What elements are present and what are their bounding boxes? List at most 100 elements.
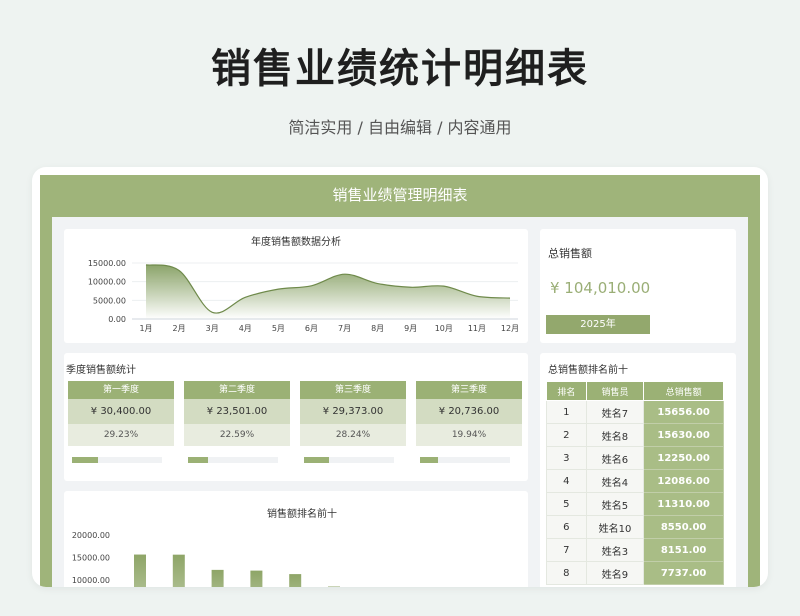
quarter-name: 第三季度 (300, 381, 406, 399)
quarter-percent: 28.24% (300, 424, 406, 446)
table-row: 1 姓名7 15656.00 (546, 400, 724, 424)
quarter-progress-fill (420, 457, 438, 463)
quarter-name: 第二季度 (184, 381, 290, 399)
total-cell: 12250.00 (643, 446, 724, 470)
x-tick-label: 7月 (338, 324, 351, 333)
rank-cell: 1 (546, 400, 587, 424)
salesperson-cell: 姓名3 (585, 538, 645, 562)
x-tick-label: 2月 (173, 324, 186, 333)
y-tick-label: 20000.00 (72, 531, 110, 540)
bar (172, 554, 185, 587)
table-row: 4 姓名4 12086.00 (546, 469, 724, 493)
x-tick-label: 3月 (206, 324, 219, 333)
total-cell: 15630.00 (643, 423, 724, 447)
page-title: 销售业绩统计明细表 (211, 46, 589, 92)
quarter-progress-fill (304, 457, 330, 463)
rank-cell: 7 (546, 538, 587, 562)
sheet: 销售业绩管理明细表 年度销售额数据分析 0.00 5000.00 10000.00 15… (40, 175, 760, 587)
x-tick-label: 6月 (305, 324, 318, 333)
bar (134, 554, 146, 587)
ranking-card: 总销售额排名前十 排名 销售员 总销售额 1 姓名7 15656.00 2 姓名8 156… (540, 353, 736, 587)
quarter-progress-bar (188, 457, 278, 463)
y-tick-label: 15000.00 (72, 554, 110, 563)
quarter-progress-bar (304, 457, 394, 463)
y-tick-label: 0.00 (108, 315, 126, 324)
year-badge: 2025年 (546, 315, 650, 334)
rank-cell: 3 (546, 446, 587, 470)
sheet-title: 销售业绩管理明细表 (332, 186, 468, 204)
x-tick-label: 5月 (272, 324, 285, 333)
bar (211, 569, 224, 587)
rank-cell: 2 (546, 423, 587, 447)
top10-sales-chart: 销售额排名前十5000.0010000.0015000.0020000.00 (64, 491, 528, 587)
bar (250, 570, 263, 587)
x-tick-label: 8月 (371, 324, 384, 333)
col-rank-header: 排名 (546, 381, 587, 401)
x-tick-label: 10月 (435, 324, 453, 333)
table-row: 5 姓名5 11310.00 (546, 492, 724, 516)
table-row: 7 姓名3 8151.00 (546, 538, 724, 562)
bar (289, 574, 302, 587)
quarter-stats-label: 季度销售额统计 (66, 365, 136, 376)
annual-chart-svg: 年度销售额数据分析 0.00 5000.00 10000.00 15000.00 1月 2月… (88, 235, 519, 333)
table-row: 2 姓名8 15630.00 (546, 423, 724, 447)
salesperson-cell: 姓名10 (585, 515, 645, 539)
total-cell: 12086.00 (643, 469, 724, 493)
quarter-name: 第三季度 (416, 381, 522, 399)
x-tick-label: 1月 (139, 324, 152, 333)
quarter-box: 第三季度 ¥ 29,373.00 28.24% (300, 381, 406, 446)
quarter-box: 第三季度 ¥ 20,736.00 19.94% (416, 381, 522, 446)
x-tick-label: 12月 (501, 324, 519, 333)
quarter-box: 第二季度 ¥ 23,501.00 22.59% (184, 381, 290, 446)
sheet-body: 年度销售额数据分析 0.00 5000.00 10000.00 15000.00 1月 2月… (52, 217, 748, 587)
quarter-progress-fill (188, 457, 209, 463)
salesperson-cell: 姓名4 (585, 469, 645, 493)
quarter-amount: ¥ 23,501.00 (184, 399, 290, 424)
quarter-progress-bar (420, 457, 510, 463)
quarter-amount: ¥ 29,373.00 (300, 399, 406, 424)
quarter-box: 第一季度 ¥ 30,400.00 29.23% (68, 381, 174, 446)
preview-frame: 销售业绩管理明细表 年度销售额数据分析 0.00 5000.00 10000.00 15… (32, 167, 768, 587)
quarter-amount: ¥ 20,736.00 (416, 399, 522, 424)
table-row: 6 姓名10 8550.00 (546, 515, 724, 539)
ranking-table: 排名 销售员 总销售额 1 姓名7 15656.00 2 姓名8 15630.00 3 姓名6… (546, 381, 724, 585)
total-cell: 8151.00 (643, 538, 724, 562)
page-subtitle: 简洁实用 / 自由编辑 / 内容通用 (288, 118, 512, 137)
x-tick-label: 11月 (468, 324, 486, 333)
y-tick-label: 5000.00 (93, 296, 126, 305)
quarter-amount: ¥ 30,400.00 (68, 399, 174, 424)
total-cell: 11310.00 (643, 492, 724, 516)
quarter-percent: 29.23% (68, 424, 174, 446)
top10-chart-svg: 销售额排名前十5000.0010000.0015000.0020000.00 (72, 507, 340, 587)
salesperson-cell: 姓名7 (585, 400, 645, 424)
ranking-label: 总销售额排名前十 (548, 365, 628, 376)
rank-cell: 8 (546, 561, 587, 585)
total-cell: 8550.00 (643, 515, 724, 539)
salesperson-cell: 姓名8 (585, 423, 645, 447)
col-total-header: 总销售额 (643, 381, 724, 401)
x-tick-label: 9月 (404, 324, 417, 333)
table-row: 3 姓名6 12250.00 (546, 446, 724, 470)
rank-cell: 6 (546, 515, 587, 539)
salesperson-cell: 姓名9 (585, 561, 645, 585)
salesperson-cell: 姓名6 (585, 446, 645, 470)
total-sales-card: 总销售额 ¥ 104,010.00 2025年 (540, 229, 736, 343)
quarter-percent: 22.59% (184, 424, 290, 446)
ranking-header-row: 排名 销售员 总销售额 (546, 381, 724, 401)
quarter-name: 第一季度 (68, 381, 174, 399)
total-sales-label: 总销售额 (548, 247, 592, 260)
y-tick-label: 10000.00 (72, 576, 110, 585)
y-tick-label: 15000.00 (88, 259, 126, 268)
y-tick-label: 10000.00 (88, 278, 126, 287)
table-row: 8 姓名9 7737.00 (546, 561, 724, 585)
quarter-progress-fill (72, 457, 99, 463)
quarter-stats-card: 季度销售额统计 第一季度 ¥ 30,400.00 29.23% 第二季度 ¥ 2… (64, 353, 528, 481)
quarter-percent: 19.94% (416, 424, 522, 446)
total-sales-value: ¥ 104,010.00 (550, 279, 651, 297)
rank-cell: 4 (546, 469, 587, 493)
chart-title: 年度销售额数据分析 (251, 235, 341, 248)
x-tick-label: 4月 (239, 324, 252, 333)
col-salesperson-header: 销售员 (585, 381, 645, 401)
salesperson-cell: 姓名5 (585, 492, 645, 516)
total-cell: 7737.00 (643, 561, 724, 585)
